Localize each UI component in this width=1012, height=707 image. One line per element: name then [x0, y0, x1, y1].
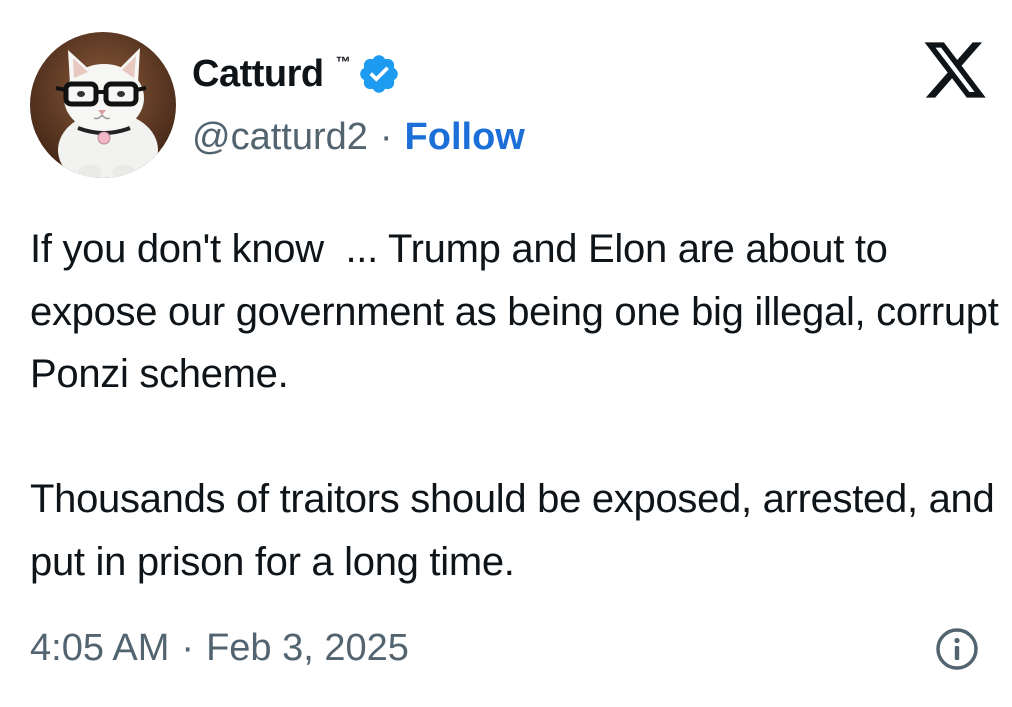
- verified-badge-icon: [357, 52, 401, 96]
- handle-separator: ·: [379, 115, 393, 158]
- tweet-time: 4:05 AM: [30, 626, 170, 669]
- tweet-text: If you don't know ... Trump and Elon are…: [30, 227, 999, 584]
- author-display-name[interactable]: Catturd: [192, 53, 324, 96]
- author-avatar[interactable]: [30, 32, 176, 178]
- author-handle[interactable]: @catturd2: [192, 116, 368, 159]
- tweet-date: Feb 3, 2025: [206, 626, 409, 669]
- timestamp-separator: ·: [181, 626, 195, 669]
- trademark-symbol: ™: [335, 54, 351, 71]
- x-logo-icon[interactable]: [921, 36, 989, 100]
- cat-with-glasses-avatar: [30, 32, 176, 178]
- tweet-timestamp[interactable]: 4:05 AM · Feb 3, 2025: [30, 622, 409, 674]
- author-name-row: Catturd ™: [192, 48, 401, 100]
- info-icon[interactable]: [934, 626, 980, 672]
- follow-button[interactable]: Follow: [405, 116, 525, 159]
- author-handle-row: @catturd2 · Follow: [192, 112, 525, 162]
